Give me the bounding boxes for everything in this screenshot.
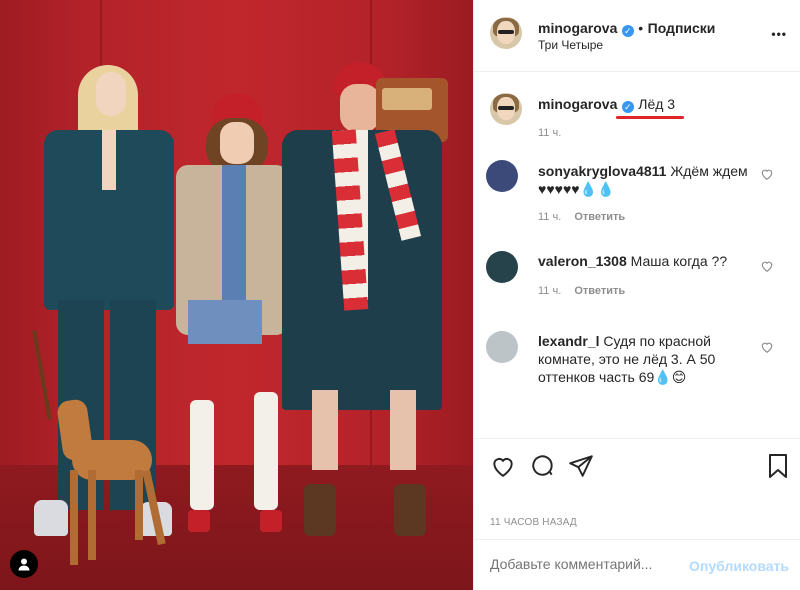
commenter-avatar[interactable] [486,160,518,192]
share-icon[interactable] [568,453,594,479]
red-underline-annotation [616,116,684,119]
heart-icon[interactable] [760,340,774,354]
commenter-avatar[interactable] [486,251,518,283]
add-comment-bar: Опубликовать [474,539,800,590]
author-avatar[interactable] [490,17,522,49]
commenter-username[interactable]: lexandr_l [538,333,599,349]
heart-icon[interactable] [490,453,516,479]
commenter-avatar[interactable] [486,331,518,363]
commenter-username[interactable]: valeron_1308 [538,253,627,269]
comment-text: Маша когда ?? [630,253,728,269]
comment-time[interactable]: 11 ч. [538,285,561,297]
post-header: minogarova ✓ • Подписки Три Четыре ••• [474,0,800,72]
heart-icon[interactable] [760,259,774,273]
comment-input[interactable] [490,556,690,572]
verified-icon: ✓ [621,25,634,37]
post-sidebar: minogarova ✓ • Подписки Три Четыре ••• m… [473,0,800,590]
dot-separator: • [638,20,644,36]
verified-icon: ✓ [621,101,634,113]
post-photo[interactable] [0,0,473,590]
post-timestamp[interactable]: 11 ЧАСОВ НАЗАД [490,517,577,528]
comment-text-line2: ♥♥♥♥♥💧💧 [538,181,615,197]
heart-icon[interactable] [760,167,774,181]
more-options-icon[interactable]: ••• [771,27,787,41]
location-link[interactable]: Три Четыре [538,38,603,52]
bookmark-icon[interactable] [766,453,790,479]
commenter-username[interactable]: sonyakryglova4811 [538,163,666,179]
comment-text: Ждём ждем [670,163,748,179]
comment-time[interactable]: 11 ч. [538,211,561,223]
publish-button[interactable]: Опубликовать [689,558,789,574]
caption-username[interactable]: minogarova [538,96,617,112]
reply-button[interactable]: Ответить [574,285,625,297]
comment-icon[interactable] [530,453,556,479]
author-username[interactable]: minogarova [538,20,617,36]
action-bar: 11 ЧАСОВ НАЗАД [474,438,800,539]
caption-text: Лёд 3 [638,96,676,112]
caption-avatar[interactable] [490,93,522,125]
caption-time[interactable]: 11 ч. [538,127,561,139]
user-tag-icon[interactable] [10,550,38,578]
reply-button[interactable]: Ответить [574,211,625,223]
following-button[interactable]: Подписки [648,20,716,36]
